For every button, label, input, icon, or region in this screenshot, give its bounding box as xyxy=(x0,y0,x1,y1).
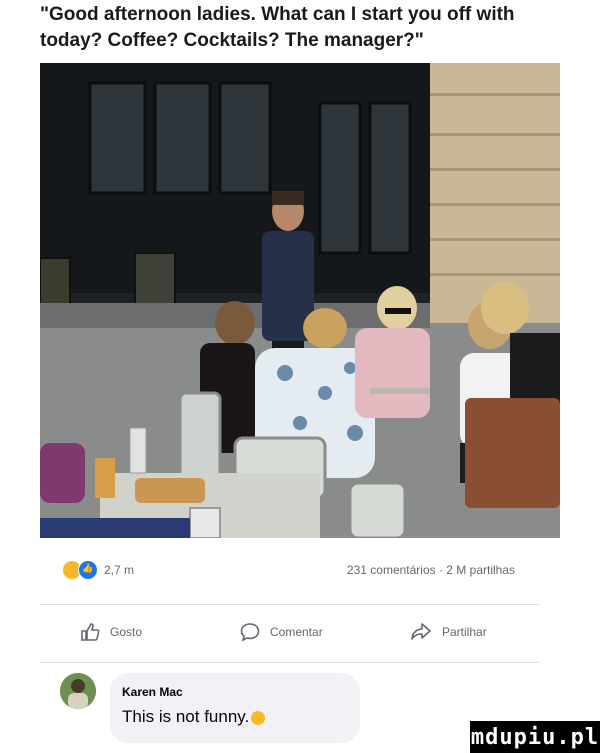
watermark-logo: mdupiu.pl xyxy=(470,721,600,753)
comment-bubble: Karen Mac This is not funny. xyxy=(110,673,360,743)
comment-author[interactable]: Karen Mac xyxy=(122,685,183,699)
restaurant-scene-image xyxy=(40,63,560,538)
comment-text: This is not funny. xyxy=(122,707,266,727)
share-arrow-icon xyxy=(411,623,431,640)
comment-body: This is not funny. xyxy=(122,707,250,726)
thumbs-up-icon xyxy=(81,623,100,641)
post-photo[interactable] xyxy=(40,63,560,538)
reactions-summary[interactable]: 2,7 m xyxy=(62,560,134,580)
like-button[interactable]: Gosto xyxy=(80,622,142,642)
comment-label: Comentar xyxy=(270,625,323,639)
like-label: Gosto xyxy=(110,625,143,639)
post-actions-bar: Gosto Comentar Partilhar xyxy=(40,614,560,654)
reaction-count: 2,7 m xyxy=(104,563,135,577)
share-button[interactable]: Partilhar xyxy=(410,622,487,642)
user-photo-icon xyxy=(60,673,96,709)
avatar[interactable] xyxy=(60,673,96,709)
comments-shares-count[interactable]: 231 comentários · 2 M partilhas xyxy=(347,563,515,577)
share-label: Partilhar xyxy=(442,625,487,639)
comment-bubble-icon xyxy=(240,623,260,642)
post-stats: 2,7 m 231 comentários · 2 M partilhas xyxy=(40,560,560,584)
grimace-emoji-icon xyxy=(251,710,266,725)
comment-button[interactable]: Comentar xyxy=(240,622,323,642)
stats-divider xyxy=(40,604,540,605)
meme-caption: "Good afternoon ladies. What can I start… xyxy=(40,4,515,51)
like-icon xyxy=(78,560,98,580)
actions-divider xyxy=(40,662,540,663)
